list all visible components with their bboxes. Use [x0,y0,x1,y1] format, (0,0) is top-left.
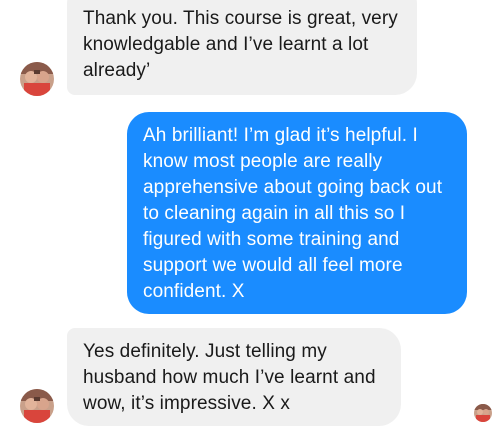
message-thread: Thank you. This course is great, very kn… [0,0,499,436]
contact-avatar-icon[interactable] [20,389,54,423]
incoming-message-bubble[interactable]: Yes definitely. Just telling my husband … [67,328,401,426]
contact-avatar-icon[interactable] [20,62,54,96]
outgoing-message-bubble[interactable]: Ah brilliant! I’m glad it’s helpful. I k… [127,112,467,314]
read-receipt-avatar-icon [474,404,492,422]
incoming-message-bubble[interactable]: Thank you. This course is great, very kn… [67,0,417,95]
